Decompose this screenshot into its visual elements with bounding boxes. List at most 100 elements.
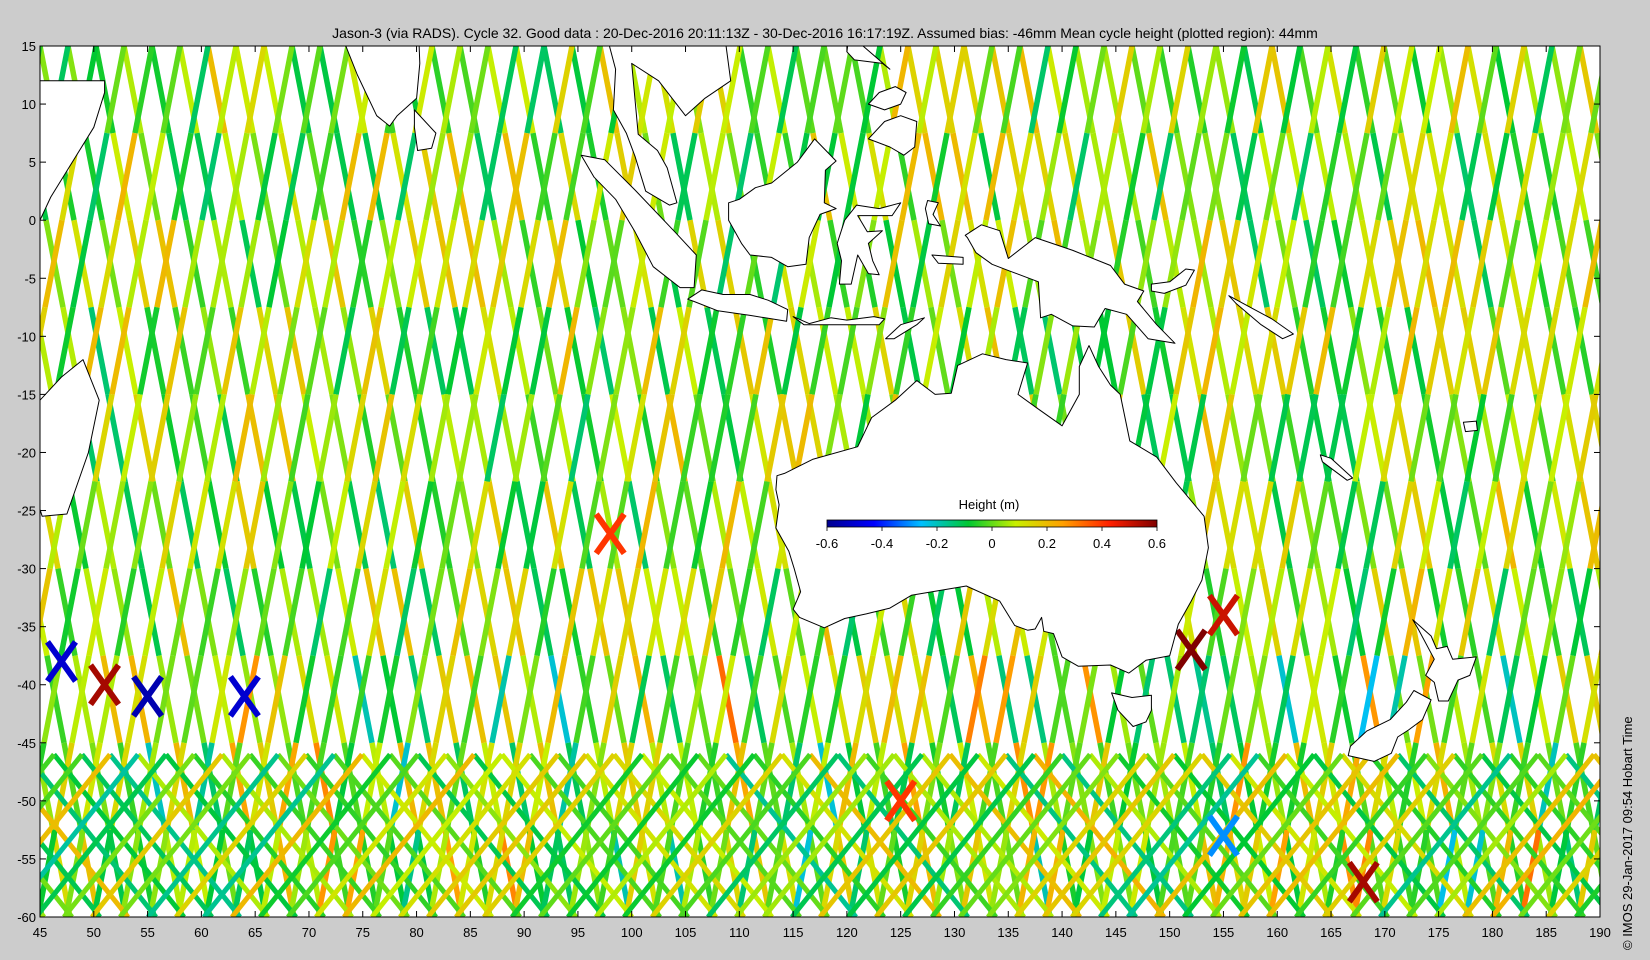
track-segment xyxy=(1636,46,1650,133)
y-tick-label: -35 xyxy=(17,620,36,635)
altimetry-map: 45 50 55 60 65 70 75 80 85 90 95 100 105 110 115 120 125… xyxy=(0,0,1650,940)
x-tick-label: 155 xyxy=(1213,925,1235,940)
track-segment xyxy=(11,394,28,481)
track-segment xyxy=(40,462,44,482)
x-tick-label: 130 xyxy=(944,925,966,940)
track-segment xyxy=(1624,307,1641,394)
y-tick-label: -10 xyxy=(17,329,36,344)
y-tick-label: -50 xyxy=(17,794,36,809)
x-tick-label: 145 xyxy=(1105,925,1127,940)
track-segment xyxy=(12,46,29,133)
track-segment xyxy=(2,569,19,656)
track-segment xyxy=(0,220,6,307)
track-segment xyxy=(13,482,30,569)
x-tick-label: 185 xyxy=(1535,925,1557,940)
x-tick-label: 80 xyxy=(409,925,423,940)
fiji-landmass xyxy=(1462,420,1478,433)
track-segment xyxy=(1630,133,1647,220)
track-segment xyxy=(1619,46,1636,133)
track-segment xyxy=(1,133,18,220)
y-tick-label: 5 xyxy=(29,155,36,170)
track-segment xyxy=(1631,307,1648,394)
x-tick-label: 100 xyxy=(621,925,643,940)
x-tick-label: 180 xyxy=(1482,925,1504,940)
track-segment xyxy=(5,569,22,656)
x-tick-label: 75 xyxy=(356,925,370,940)
track-segment xyxy=(1640,656,1650,743)
x-tick-label: 55 xyxy=(140,925,154,940)
x-tick-label: 165 xyxy=(1320,925,1342,940)
x-tick-label: 85 xyxy=(463,925,477,940)
track-segment xyxy=(1629,569,1646,656)
colorbar-tick-label: 0.4 xyxy=(1093,536,1111,551)
track-segment xyxy=(1642,220,1650,307)
track-segment xyxy=(1643,656,1650,743)
x-tick-label: 45 xyxy=(33,925,47,940)
credit-text: © IMOS 29-Jan-2017 09:54 Hobart Time xyxy=(1620,716,1635,950)
x-tick-label: 160 xyxy=(1266,925,1288,940)
colorbar-title: Height (m) xyxy=(959,497,1020,512)
colorbar-tick-label: -0.4 xyxy=(871,536,893,551)
track-segment xyxy=(1634,830,1650,917)
track-segment xyxy=(40,892,45,917)
y-tick-label: -60 xyxy=(17,910,36,925)
track-segment xyxy=(0,656,8,743)
track-segment xyxy=(0,46,1,133)
track-segment xyxy=(1607,394,1624,481)
x-tick-label: 50 xyxy=(87,925,101,940)
track-segment xyxy=(1608,46,1625,133)
track-segment xyxy=(1625,133,1642,220)
hainan-landmass xyxy=(724,0,750,8)
track-segment xyxy=(1635,394,1650,481)
track-segment xyxy=(1613,220,1630,307)
track-segment xyxy=(0,307,17,394)
track-segment xyxy=(18,220,35,307)
track-segment xyxy=(16,656,33,743)
track-segment xyxy=(6,133,23,220)
track-segment xyxy=(1626,569,1643,656)
track-segment xyxy=(0,743,16,830)
x-tick-label: 135 xyxy=(997,925,1019,940)
colorbar-tick-label: -0.6 xyxy=(816,536,838,551)
x-tick-label: 170 xyxy=(1374,925,1396,940)
x-tick-label: 150 xyxy=(1159,925,1181,940)
track-segment xyxy=(1618,482,1635,569)
track-segment xyxy=(1614,220,1631,307)
track-segment xyxy=(0,754,16,917)
x-tick-label: 175 xyxy=(1428,925,1450,940)
y-tick-label: -30 xyxy=(17,562,36,577)
colorbar-tick-label: 0.2 xyxy=(1038,536,1056,551)
x-tick-label: 125 xyxy=(890,925,912,940)
track-segment xyxy=(0,656,5,743)
x-tick-label: 115 xyxy=(783,925,804,940)
track-segment xyxy=(1598,646,1600,656)
colorbar: Height (m) -0.6 -0.4 -0.2 0 0.2 0.4 0.6 xyxy=(800,492,1170,560)
x-tick-label: 95 xyxy=(571,925,585,940)
colorbar-tick-label: -0.2 xyxy=(926,536,948,551)
track-segment xyxy=(0,46,12,133)
colorbar-tick-label: 0 xyxy=(988,536,995,551)
y-tick-label: 15 xyxy=(22,39,36,54)
track-segment xyxy=(17,220,34,307)
track-segment xyxy=(1609,482,1626,569)
track-segment xyxy=(40,481,42,491)
track-segment xyxy=(1599,216,1600,220)
x-tick-label: 65 xyxy=(248,925,262,940)
x-tick-label: 120 xyxy=(836,925,858,940)
track-segment xyxy=(1604,743,1621,830)
track-segment xyxy=(1603,307,1620,394)
track-segment xyxy=(40,46,43,61)
track-segment xyxy=(1646,482,1650,569)
x-tick-label: 70 xyxy=(302,925,316,940)
track-segment xyxy=(10,830,27,917)
y-tick-label: -20 xyxy=(17,445,36,460)
y-tick-label: 0 xyxy=(29,213,36,228)
y-tick-label: -45 xyxy=(17,736,36,751)
y-tick-label: -55 xyxy=(17,852,36,867)
x-tick-label: 140 xyxy=(1051,925,1073,940)
track-segment xyxy=(1641,220,1650,307)
track-segment xyxy=(40,907,46,917)
arabia-landmass xyxy=(40,46,117,47)
y-tick-label: -25 xyxy=(17,504,36,519)
track-segment xyxy=(0,220,7,307)
